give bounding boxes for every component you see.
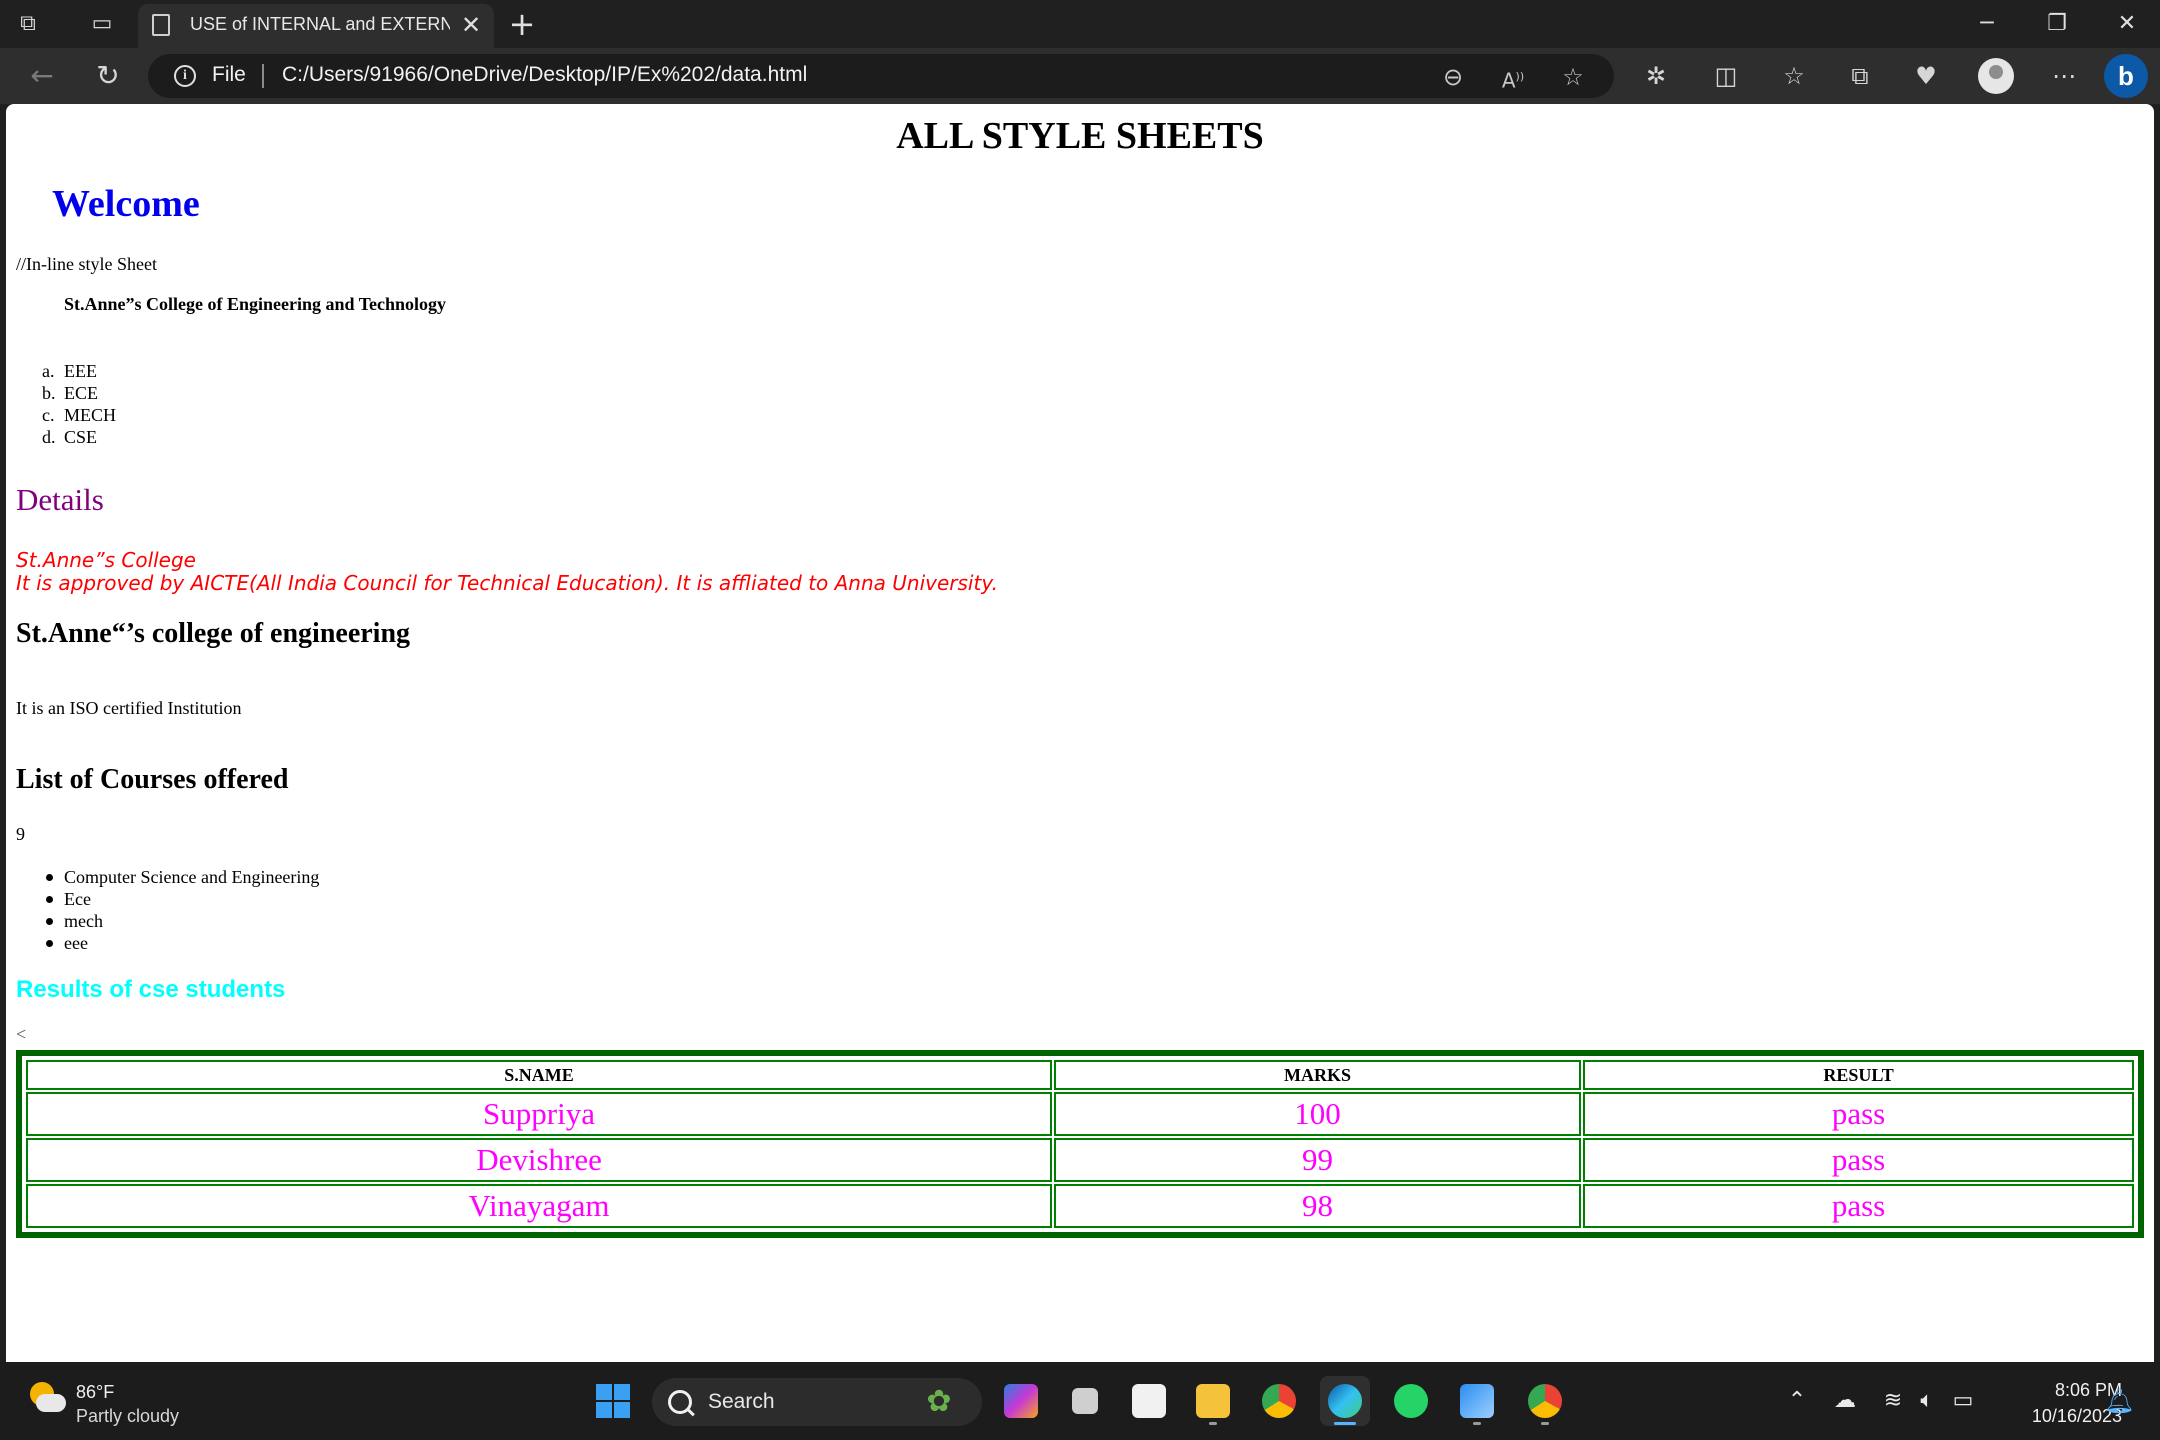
profile-avatar[interactable] [1978, 58, 2014, 94]
browser-toolbar: ← ↻ i File C:/Users/91966/OneDrive/Deskt… [0, 48, 2160, 104]
close-window-button[interactable]: ✕ [2102, 6, 2152, 42]
address-bar[interactable]: i File C:/Users/91966/OneDrive/Desktop/I… [148, 54, 1614, 98]
back-icon[interactable]: ← [24, 58, 60, 94]
inline-style-note: //In-line style Sheet [16, 254, 157, 274]
results-table-frame: S.NAME MARKS RESULT Suppriya 100 pass De… [16, 1050, 2144, 1238]
chrome-profile-icon[interactable] [1520, 1376, 1570, 1426]
title-bar: ⧉ ▭ USE of INTERNAL and EXTERNAL ✕ + ─ ❐… [0, 0, 2160, 48]
table-cell: Devishree [26, 1138, 1053, 1182]
taskbar: 86°F Partly cloudy Search ✿ ⌃ ☁ ≋ 🔈︎ ▭ 8… [0, 1362, 2160, 1440]
table-cell: pass [1583, 1138, 2134, 1182]
temperature[interactable]: 86°F [76, 1382, 114, 1403]
split-screen-icon[interactable]: ◫ [1708, 58, 1744, 94]
table-cell: pass [1583, 1184, 2134, 1228]
table-cell: 100 [1054, 1092, 1582, 1136]
clock-date[interactable]: 10/16/2023 [1990, 1406, 2122, 1427]
courses-count: 9 [16, 824, 25, 844]
search-icon [668, 1390, 692, 1414]
favorite-star-icon[interactable]: ☆ [1558, 62, 1588, 92]
microsoft-store-icon[interactable] [1124, 1376, 1174, 1426]
stray-character: < [16, 1024, 27, 1044]
results-heading: Results of cse students [16, 976, 286, 1003]
details-line-2: It is approved by AICTE(All India Counci… [16, 571, 998, 595]
table-cell: pass [1583, 1092, 2134, 1136]
table-cell: 98 [1054, 1184, 1582, 1228]
table-header-cell: MARKS [1054, 1060, 1582, 1090]
table-row: Vinayagam 98 pass [26, 1184, 2134, 1228]
document-icon [152, 14, 170, 36]
welcome-heading: Welcome [52, 183, 200, 225]
collections-icon[interactable]: ⧉ [1842, 58, 1878, 94]
chrome-icon[interactable] [1254, 1376, 1304, 1426]
taskbar-search[interactable]: Search ✿ [652, 1378, 982, 1426]
task-view-icon[interactable] [1060, 1376, 1110, 1426]
table-header-row: S.NAME MARKS RESULT [26, 1060, 2134, 1090]
close-tab-icon[interactable]: ✕ [456, 10, 486, 40]
read-aloud-icon[interactable]: A)) [1498, 62, 1528, 93]
photos-app-icon[interactable] [1452, 1376, 1502, 1426]
list-item: Ece [6, 888, 319, 910]
page-viewport: ALL STYLE SHEETS Welcome //In-line style… [6, 104, 2154, 1362]
favorites-icon[interactable]: ☆ [1776, 58, 1812, 94]
notification-bell-icon[interactable]: 🔔︎ [2104, 1384, 2134, 1418]
table-cell: 99 [1054, 1138, 1582, 1182]
info-icon[interactable]: i [174, 65, 196, 87]
list-item: b. ECE [42, 383, 98, 403]
weather-icon[interactable] [26, 1380, 66, 1420]
iso-text: It is an ISO certified Institution [16, 698, 242, 718]
onedrive-cloud-icon[interactable]: ☁ [1830, 1386, 1860, 1416]
table-cell: Suppriya [26, 1092, 1053, 1136]
list-item: d. CSE [42, 427, 98, 447]
college-name: St.Anne”s College of Engineering and Tec… [64, 294, 447, 314]
departments-list: a. EEE b. ECE c. MECH d. CSE [6, 360, 116, 448]
table-row: Devishree 99 pass [26, 1138, 2134, 1182]
workspaces-icon[interactable]: ⧉ [14, 10, 42, 38]
table-header-cell: RESULT [1583, 1060, 2134, 1090]
file-explorer-icon[interactable] [1188, 1376, 1238, 1426]
browser-essentials-icon[interactable]: ♥ [1908, 58, 1944, 94]
list-item: a. EEE [42, 361, 97, 381]
show-hidden-icons[interactable]: ⌃ [1782, 1386, 1812, 1416]
weather-condition[interactable]: Partly cloudy [76, 1406, 179, 1427]
extensions-icon[interactable]: ✲ [1638, 58, 1674, 94]
tab-title: USE of INTERNAL and EXTERNAL [190, 14, 450, 34]
table-header-cell: S.NAME [26, 1060, 1053, 1090]
new-tab-button[interactable]: + [504, 6, 540, 42]
battery-icon[interactable]: ▭ [1948, 1386, 1978, 1416]
minimize-button[interactable]: ─ [1962, 6, 2012, 42]
results-table: S.NAME MARKS RESULT Suppriya 100 pass De… [24, 1058, 2136, 1230]
whatsapp-icon[interactable] [1386, 1376, 1436, 1426]
college-subheading: St.Anne“’s college of engineering [16, 618, 411, 649]
start-windows-icon[interactable] [596, 1384, 632, 1420]
wifi-icon[interactable]: ≋ [1878, 1386, 1908, 1416]
search-label: Search [708, 1390, 775, 1413]
search-highlight-icon: ✿ [926, 1384, 952, 1419]
refresh-icon[interactable]: ↻ [90, 58, 126, 94]
table-cell: Vinayagam [26, 1184, 1053, 1228]
copilot-app-icon[interactable] [996, 1376, 1046, 1426]
page-title: ALL STYLE SHEETS [896, 115, 1264, 157]
scheme-label: File [212, 63, 246, 86]
bing-copilot-icon[interactable]: b [2104, 54, 2148, 98]
courses-heading: List of Courses offered [16, 764, 289, 795]
zoom-out-icon[interactable]: ⊖ [1438, 62, 1468, 92]
more-options-icon[interactable]: ⋯ [2046, 58, 2082, 94]
details-heading: Details [16, 482, 104, 517]
table-row: Suppriya 100 pass [26, 1092, 2134, 1136]
url-text[interactable]: C:/Users/91966/OneDrive/Desktop/IP/Ex%20… [282, 63, 807, 87]
edge-icon[interactable] [1320, 1376, 1370, 1426]
address-separator [262, 64, 264, 88]
list-item: eee [6, 932, 319, 954]
tab-actions-icon[interactable]: ▭ [88, 10, 116, 38]
list-item: mech [6, 910, 319, 932]
list-item: c. MECH [42, 405, 117, 425]
tab-active[interactable]: USE of INTERNAL and EXTERNAL ✕ [138, 4, 494, 48]
restore-button[interactable]: ❐ [2032, 6, 2082, 42]
courses-list: Computer Science and Engineering Ece mec… [6, 866, 319, 954]
details-line-1: St.Anne”s College [16, 548, 196, 572]
list-item: Computer Science and Engineering [6, 866, 319, 888]
volume-icon[interactable]: 🔈︎ [1912, 1386, 1942, 1416]
